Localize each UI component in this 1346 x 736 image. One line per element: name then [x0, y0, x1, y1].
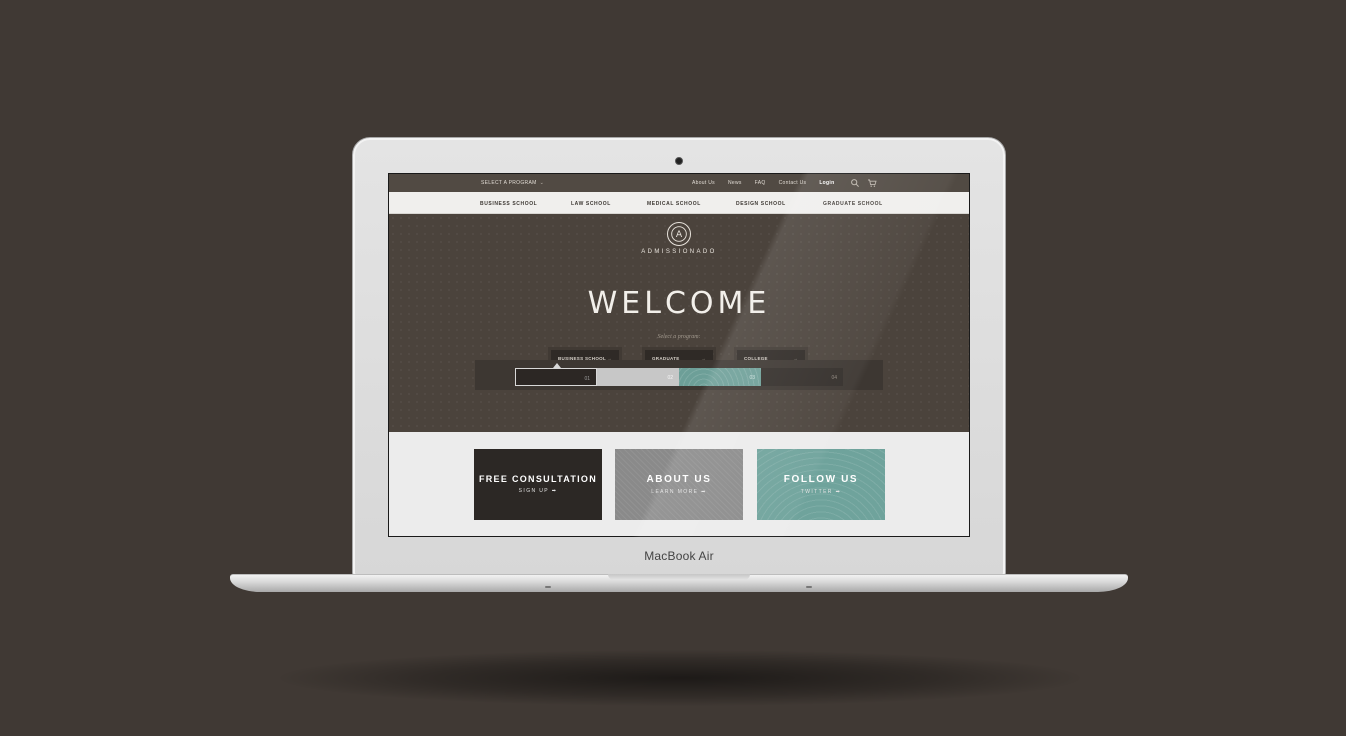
school-nav-business[interactable]: BUSINESS SCHOOL [480, 201, 537, 207]
card-free-consultation[interactable]: FREE CONSULTATION SIGN UP ➡ [474, 449, 602, 520]
program-prompt: Select a program: [657, 334, 701, 340]
laptop-shadow [280, 650, 1080, 706]
card-link[interactable]: TWITTER ➡ [757, 489, 885, 495]
screen: SELECT A PROGRAM ⌄ About Us News FAQ Cont… [388, 173, 970, 537]
card-title: FREE CONSULTATION [478, 474, 598, 484]
page-title: WELCOME [587, 286, 771, 321]
nav-news[interactable]: News [728, 180, 742, 186]
card-follow-us[interactable]: FOLLOW US TWITTER ➡ [757, 449, 885, 520]
top-nav: About Us News FAQ Contact Us Login [692, 180, 847, 186]
hero: A ADMISSIONADO WELCOME Select a program:… [389, 214, 969, 432]
cart-icon[interactable] [867, 178, 877, 188]
nav-contact-us[interactable]: Contact Us [779, 180, 807, 186]
laptop-notch [608, 574, 750, 580]
chevron-down-icon: ⌄ [539, 180, 545, 186]
camera-icon [675, 157, 683, 165]
nav-about-us[interactable]: About Us [692, 180, 715, 186]
school-nav-law[interactable]: LAW SCHOOL [571, 201, 611, 207]
logo-letter: A [676, 229, 683, 240]
card-link[interactable]: LEARN MORE ➡ [615, 489, 743, 495]
school-nav: BUSINESS SCHOOL LAW SCHOOL MEDICAL SCHOO… [389, 192, 969, 214]
login-link[interactable]: Login [819, 180, 834, 186]
logo-icon[interactable]: A [667, 222, 691, 246]
logo-text: ADMISSIONADO [641, 249, 717, 255]
slider-tab-03[interactable]: 03 [679, 368, 761, 386]
search-icon[interactable] [850, 178, 860, 188]
school-nav-graduate[interactable]: GRADUATE SCHOOL [823, 201, 883, 207]
card-title: FOLLOW US [783, 474, 859, 485]
program-select-label: SELECT A PROGRAM [481, 180, 537, 186]
laptop-foot [806, 586, 812, 588]
school-nav-design[interactable]: DESIGN SCHOOL [736, 201, 786, 207]
slider-tab-04[interactable]: 04 [761, 368, 843, 386]
card-about-us[interactable]: ABOUT US LEARN MORE ➡ [615, 449, 743, 520]
card-link[interactable]: SIGN UP ➡ [474, 488, 602, 494]
card-title: ABOUT US [646, 474, 712, 485]
laptop-foot [545, 586, 551, 588]
cards-area: FREE CONSULTATION SIGN UP ➡ ABOUT US LEA… [389, 432, 969, 536]
utility-bar: SELECT A PROGRAM ⌄ About Us News FAQ Cont… [389, 174, 969, 192]
program-select[interactable]: SELECT A PROGRAM ⌄ [481, 180, 544, 186]
slider-tab-01[interactable]: 01 [515, 368, 597, 386]
slider-tab-02[interactable]: 02 [597, 368, 679, 386]
school-nav-medical[interactable]: MEDICAL SCHOOL [647, 201, 701, 207]
nav-faq[interactable]: FAQ [755, 180, 766, 186]
device-label: MacBook Air [644, 549, 714, 563]
